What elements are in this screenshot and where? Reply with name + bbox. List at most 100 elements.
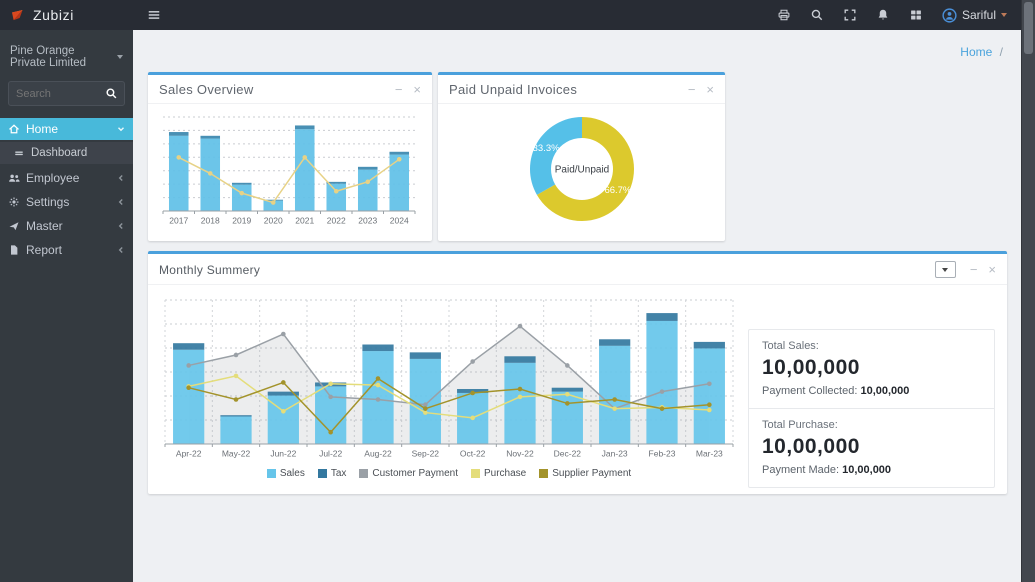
legend-swatch <box>471 469 480 478</box>
monthly-summary-body: Apr-22May-22Jun-22Jul-22Aug-22Sep-22Oct-… <box>148 285 1007 494</box>
total-purchase-value: 10,00,000 <box>762 435 981 459</box>
sidebar-item-label: Home <box>26 122 58 136</box>
monthly-summary-card: Monthly Summery − × Apr-22May-22Jun-22Ju… <box>148 251 1007 494</box>
close-icon[interactable]: × <box>988 263 996 276</box>
sidebar-item-settings[interactable]: Settings <box>0 191 133 213</box>
svg-text:66.7%: 66.7% <box>604 185 631 196</box>
total-sales-block: Total Sales: 10,00,000 Payment Collected… <box>749 330 994 408</box>
svg-text:May-22: May-22 <box>222 449 251 459</box>
legend-item: Sales <box>267 468 305 479</box>
search-input[interactable] <box>9 88 98 100</box>
monthly-summary-chart: Apr-22May-22Jun-22Jul-22Aug-22Sep-22Oct-… <box>160 293 738 461</box>
sidebar-nav: Home Dashboard Employee Settings Master <box>0 118 133 261</box>
payment-collected-label: Payment Collected: <box>762 385 857 397</box>
close-icon[interactable]: × <box>706 83 714 96</box>
legend-swatch <box>359 469 368 478</box>
paid-unpaid-body: 66.7% 33.3% Paid/Unpaid <box>438 104 725 238</box>
chevron-left-icon <box>117 174 125 182</box>
svg-text:Mar-23: Mar-23 <box>696 449 723 459</box>
svg-text:Paid/Unpaid: Paid/Unpaid <box>554 165 608 176</box>
sales-overview-title: Sales Overview <box>159 82 254 97</box>
chevron-left-icon <box>117 222 125 230</box>
search-button[interactable] <box>98 82 124 105</box>
chevron-left-icon <box>117 246 125 254</box>
svg-text:33.3%: 33.3% <box>532 143 559 154</box>
legend-item: Tax <box>318 468 347 479</box>
top-cards-row: Sales Overview − × 201720182019202020212… <box>148 72 1007 241</box>
svg-text:2024: 2024 <box>390 216 409 226</box>
caret-down-icon <box>117 55 123 59</box>
svg-text:Sep-22: Sep-22 <box>412 449 440 459</box>
svg-text:2018: 2018 <box>201 216 220 226</box>
sales-overview-card: Sales Overview − × 201720182019202020212… <box>148 72 432 241</box>
svg-text:Apr-22: Apr-22 <box>176 449 202 459</box>
legend-swatch <box>539 469 548 478</box>
brand-name: Zubizi <box>33 7 74 23</box>
company-selector[interactable]: Pine Orange Private Limited <box>0 30 133 81</box>
search-icon[interactable] <box>810 8 824 22</box>
expand-icon[interactable] <box>843 8 857 22</box>
user-avatar-icon <box>942 8 957 23</box>
breadcrumb-separator: / <box>1000 45 1003 59</box>
payment-collected-value: 10,00,000 <box>860 385 909 397</box>
sidebar-item-label: Settings <box>26 195 69 209</box>
page-scrollbar[interactable] <box>1021 0 1035 582</box>
breadcrumb-home-link[interactable]: Home <box>960 45 992 59</box>
paid-unpaid-donut-chart: 66.7% 33.3% Paid/Unpaid <box>497 106 667 232</box>
total-purchase-label: Total Purchase: <box>762 419 981 431</box>
total-sales-value: 10,00,000 <box>762 356 981 380</box>
collapse-icon[interactable]: − <box>395 83 403 96</box>
svg-text:Oct-22: Oct-22 <box>460 449 486 459</box>
grid-icon[interactable] <box>909 8 923 22</box>
svg-text:2020: 2020 <box>264 216 283 226</box>
chevron-left-icon <box>117 198 125 206</box>
sidebar-item-report[interactable]: Report <box>0 239 133 261</box>
sidebar-item-label: Master <box>26 219 63 233</box>
file-icon <box>8 244 20 256</box>
svg-text:2021: 2021 <box>295 216 314 226</box>
sidebar-item-home[interactable]: Home <box>0 118 133 140</box>
sidebar-search <box>8 81 125 106</box>
svg-text:2017: 2017 <box>169 216 188 226</box>
sales-overview-chart: 20172018201920202021202220232024 <box>158 110 420 228</box>
legend-swatch <box>267 469 276 478</box>
legend-item: Purchase <box>471 468 526 479</box>
scrollbar-thumb[interactable] <box>1024 2 1033 54</box>
sidebar-subitem-label: Dashboard <box>31 147 87 159</box>
svg-text:Jul-22: Jul-22 <box>319 449 342 459</box>
payment-made: Payment Made: 10,00,000 <box>762 464 981 476</box>
svg-text:Aug-22: Aug-22 <box>364 449 392 459</box>
totals-panel: Total Sales: 10,00,000 Payment Collected… <box>748 329 995 488</box>
total-sales-label: Total Sales: <box>762 340 981 352</box>
payment-collected: Payment Collected: 10,00,000 <box>762 385 981 397</box>
legend-item: Customer Payment <box>359 468 458 479</box>
sidebar-item-master[interactable]: Master <box>0 215 133 237</box>
brand-logo-icon <box>9 7 26 24</box>
topbar: Sariful <box>133 0 1021 30</box>
hamburger-icon[interactable] <box>147 8 161 22</box>
users-icon <box>8 172 20 184</box>
gear-icon <box>8 196 20 208</box>
sidebar-item-label: Report <box>26 243 62 257</box>
print-icon[interactable] <box>777 8 791 22</box>
main-content: Home / Sales Overview − × 20172018201920… <box>133 30 1021 582</box>
dashboard-app: Zubizi Pine Orange Private Limited Home … <box>0 0 1035 582</box>
chart-type-select[interactable] <box>935 261 956 278</box>
monthly-summary-header: Monthly Summery − × <box>148 254 1007 285</box>
svg-text:2022: 2022 <box>327 216 346 226</box>
sidebar-item-dashboard[interactable]: Dashboard <box>0 142 133 164</box>
collapse-icon[interactable]: − <box>688 83 696 96</box>
paid-unpaid-title: Paid Unpaid Invoices <box>449 82 577 97</box>
close-icon[interactable]: × <box>413 83 421 96</box>
sidebar-item-employee[interactable]: Employee <box>0 167 133 189</box>
bell-icon[interactable] <box>876 8 890 22</box>
sidebar: Zubizi Pine Orange Private Limited Home … <box>0 0 133 582</box>
svg-text:Nov-22: Nov-22 <box>506 449 534 459</box>
search-icon <box>105 87 118 100</box>
svg-text:2023: 2023 <box>358 216 377 226</box>
breadcrumb: Home / <box>148 36 1007 72</box>
collapse-icon[interactable]: − <box>970 263 978 276</box>
sidebar-item-label: Employee <box>26 171 79 185</box>
user-menu[interactable]: Sariful <box>942 8 1007 23</box>
caret-down-icon <box>1001 13 1007 17</box>
